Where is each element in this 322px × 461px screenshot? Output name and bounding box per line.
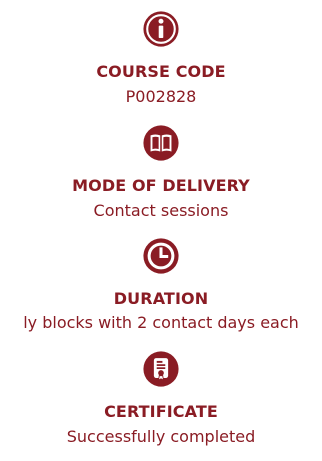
- duration-value: ly blocks with 2 contact days each: [23, 313, 299, 332]
- course-code-label: COURSE CODE: [96, 62, 226, 81]
- clock-icon: [142, 237, 180, 275]
- book-icon: [142, 124, 180, 162]
- course-info-panel: COURSE CODE P002828 MODE OF DELIVERY Con…: [0, 0, 322, 461]
- course-code-value: P002828: [125, 87, 197, 106]
- info-icon: [142, 10, 180, 48]
- duration-label: DURATION: [113, 289, 209, 308]
- mode-of-delivery-label: MODE OF DELIVERY: [72, 176, 250, 195]
- mode-of-delivery-value: Contact sessions: [93, 201, 229, 220]
- certificate-value: Successfully completed: [66, 427, 256, 446]
- certificate-icon: [142, 350, 180, 388]
- certificate-label: CERTIFICATE: [104, 402, 218, 421]
